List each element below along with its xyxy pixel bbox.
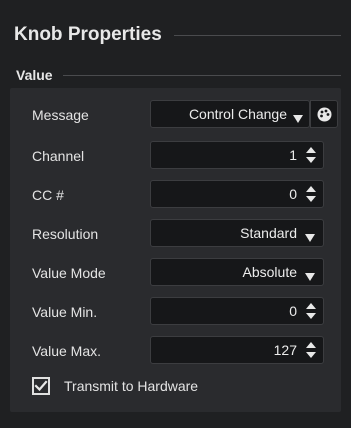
checkmark-icon xyxy=(34,380,48,392)
value-min-stepper[interactable]: 0 xyxy=(150,297,324,325)
value-group: Message Control Change Channel 1 CC # 0 … xyxy=(10,88,341,412)
value-min-value: 0 xyxy=(289,303,297,319)
channel-value: 1 xyxy=(289,147,297,163)
value-max-label: Value Max. xyxy=(32,343,101,359)
value-max-value: 127 xyxy=(273,342,297,358)
resolution-label: Resolution xyxy=(32,226,99,242)
channel-row: Channel 1 xyxy=(10,141,341,171)
channel-stepper[interactable]: 1 xyxy=(150,141,324,169)
spin-arrows-icon[interactable] xyxy=(306,186,316,202)
resolution-value: Standard xyxy=(240,225,297,241)
transmit-row: Transmit to Hardware xyxy=(32,375,198,397)
cc-stepper[interactable]: 0 xyxy=(150,180,324,208)
dropdown-arrow-icon xyxy=(305,229,315,242)
spin-arrows-icon[interactable] xyxy=(306,147,316,163)
cc-label: CC # xyxy=(32,187,64,203)
resolution-row: Resolution Standard xyxy=(10,219,341,249)
dropdown-arrow-icon xyxy=(305,268,315,281)
panel-title: Knob Properties xyxy=(14,24,162,45)
value-mode-row: Value Mode Absolute xyxy=(10,258,341,288)
value-mode-dropdown[interactable]: Absolute xyxy=(150,258,324,286)
channel-label: Channel xyxy=(32,148,85,164)
message-value: Control Change xyxy=(188,106,287,122)
dropdown-arrow-icon xyxy=(293,110,303,123)
value-max-stepper[interactable]: 127 xyxy=(150,336,324,364)
value-min-row: Value Min. 0 xyxy=(10,297,341,327)
value-mode-value: Absolute xyxy=(242,264,297,280)
resolution-dropdown[interactable]: Standard xyxy=(150,219,324,247)
value-mode-label: Value Mode xyxy=(32,265,106,281)
value-min-label: Value Min. xyxy=(32,304,98,320)
value-max-row: Value Max. 127 xyxy=(10,336,341,366)
message-label: Message xyxy=(32,107,89,123)
message-row: Message Control Change xyxy=(10,100,341,130)
knob-properties-panel: Knob Properties Value Message Control Ch… xyxy=(0,0,351,428)
section-header: Value xyxy=(10,62,341,88)
cc-value: 0 xyxy=(289,186,297,202)
learn-button[interactable] xyxy=(310,100,338,128)
panel-header: Knob Properties xyxy=(14,20,341,50)
title-divider xyxy=(173,34,341,36)
cc-row: CC # 0 xyxy=(10,180,341,210)
spin-arrows-icon[interactable] xyxy=(306,303,316,319)
transmit-label: Transmit to Hardware xyxy=(64,378,199,394)
transmit-checkbox[interactable] xyxy=(32,377,50,395)
section-divider xyxy=(62,74,341,76)
message-dropdown[interactable]: Control Change xyxy=(150,100,310,128)
spin-arrows-icon[interactable] xyxy=(306,342,316,358)
section-title: Value xyxy=(16,67,53,83)
